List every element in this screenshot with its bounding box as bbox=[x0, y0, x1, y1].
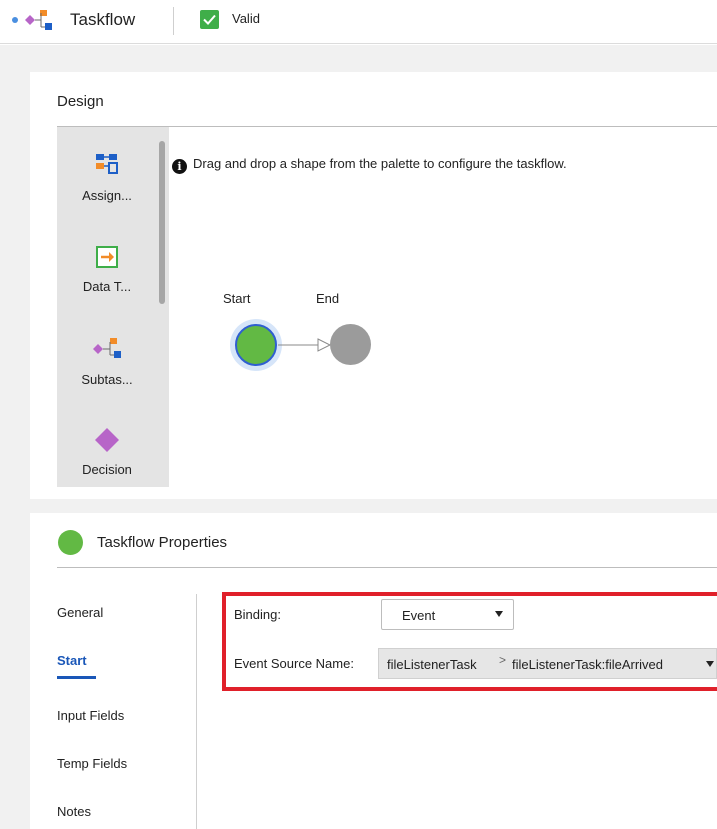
data-task-icon bbox=[96, 246, 118, 268]
palette-item-label: Subtas... bbox=[81, 372, 133, 387]
app-header: Taskflow Valid bbox=[0, 0, 717, 44]
decision-icon bbox=[95, 428, 119, 452]
end-node[interactable] bbox=[330, 324, 371, 365]
info-message-text: Drag and drop a shape from the palette t… bbox=[193, 156, 567, 171]
page-title: Taskflow bbox=[70, 10, 136, 29]
nav-start[interactable]: Start bbox=[57, 653, 87, 668]
palette-item-label: Decision bbox=[82, 462, 132, 477]
palette-item-label: Assign... bbox=[82, 188, 132, 203]
valid-check-icon bbox=[200, 10, 219, 29]
start-node-label: Start bbox=[223, 291, 251, 306]
palette-scrollbar[interactable] bbox=[159, 141, 165, 304]
end-node-label: End bbox=[316, 291, 340, 306]
subtaskflow-icon bbox=[93, 338, 121, 358]
nav-general[interactable]: General bbox=[57, 605, 103, 620]
event-source-task: fileListenerTask bbox=[387, 657, 477, 672]
binding-select[interactable]: Event bbox=[381, 599, 514, 630]
palette-item-data-task[interactable]: Data T... bbox=[57, 246, 157, 302]
caret-down-icon bbox=[706, 661, 714, 667]
caret-down-icon bbox=[495, 611, 503, 617]
palette-item-subtaskflow[interactable]: Subtas... bbox=[57, 336, 157, 394]
nav-temp-fields[interactable]: Temp Fields bbox=[57, 756, 127, 771]
binding-label: Binding: bbox=[234, 607, 281, 622]
start-shape-icon bbox=[58, 530, 83, 555]
design-panel-title: Design bbox=[57, 93, 104, 110]
info-icon: i bbox=[172, 159, 187, 174]
canvas-info-message: i Drag and drop a shape from the palette … bbox=[172, 156, 567, 174]
assignment-icon bbox=[96, 154, 118, 174]
palette-item-label: Data T... bbox=[82, 279, 132, 294]
event-source-event: fileListenerTask:fileArrived bbox=[512, 657, 664, 672]
header-divider bbox=[173, 7, 174, 35]
binding-select-value: Event bbox=[402, 608, 436, 623]
palette-item-assignment[interactable]: Assign... bbox=[57, 153, 157, 213]
active-nav-indicator bbox=[57, 676, 96, 679]
properties-divider bbox=[57, 567, 717, 568]
properties-panel-title: Taskflow Properties bbox=[97, 534, 228, 551]
chevron-right-icon: > bbox=[499, 653, 507, 667]
taskflow-icon bbox=[12, 10, 52, 30]
nav-notes[interactable]: Notes bbox=[57, 804, 91, 819]
nav-divider bbox=[196, 594, 197, 829]
nav-input-fields[interactable]: Input Fields bbox=[57, 708, 124, 723]
flow-connector[interactable] bbox=[278, 334, 332, 356]
validation-status: Valid bbox=[232, 11, 260, 26]
palette-item-decision[interactable]: Decision bbox=[57, 427, 157, 479]
event-source-select[interactable]: fileListenerTask > fileListenerTask:file… bbox=[378, 648, 717, 679]
event-source-label: Event Source Name: bbox=[234, 656, 354, 671]
start-node[interactable] bbox=[235, 324, 277, 366]
